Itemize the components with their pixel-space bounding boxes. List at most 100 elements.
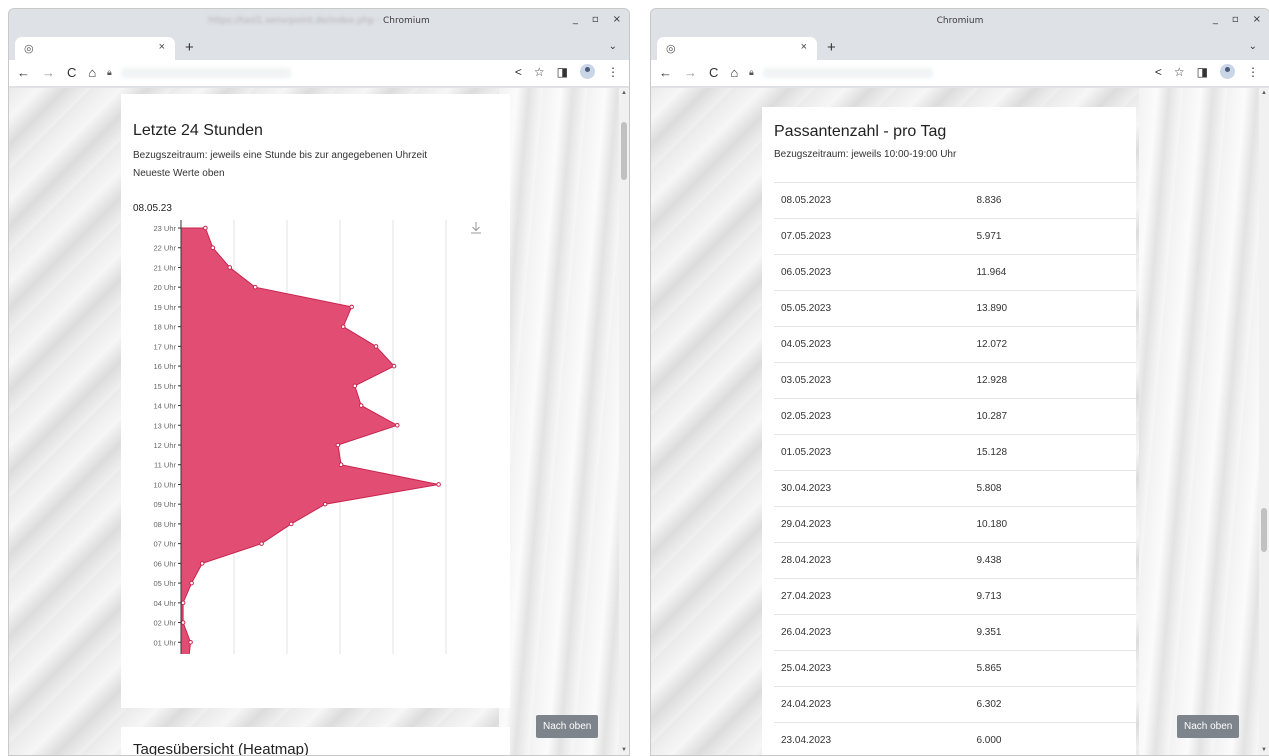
scrollbar-thumb[interactable] [621, 122, 627, 180]
reload-icon[interactable]: C [709, 65, 718, 80]
data-point [373, 344, 379, 349]
back-icon[interactable]: ← [17, 65, 30, 80]
scrollbar[interactable]: ▲ ▼ [1259, 88, 1269, 755]
y-tick-label: 17 Uhr [153, 342, 176, 351]
forward-icon[interactable]: → [684, 65, 697, 80]
data-point [199, 561, 205, 566]
back-to-top-button[interactable]: Nach oben [1177, 715, 1240, 738]
row-date: 02.05.2023 [774, 398, 977, 435]
data-point [252, 284, 258, 290]
table-row: 26.04.2023 9.351 [774, 614, 1136, 651]
row-date: 28.04.2023 [774, 542, 977, 579]
minimize-button[interactable]: _ [573, 14, 578, 25]
bookmark-star-icon[interactable]: ☆ [534, 65, 545, 79]
scroll-down-icon[interactable]: ▼ [1261, 747, 1267, 753]
data-point [335, 442, 341, 448]
table-row: 08.05.2023 8.836 [774, 182, 1136, 219]
maximize-button[interactable]: ▫ [592, 14, 599, 25]
table-row: 25.04.2023 5.865 [774, 650, 1136, 687]
row-count: 12.072 [976, 326, 1136, 363]
row-count: 9.351 [976, 614, 1136, 651]
new-tab-button[interactable]: + [827, 39, 836, 56]
data-point [203, 225, 208, 231]
tab-bar: ◎ × + ⌄ [9, 36, 629, 60]
row-count: 6.000 [976, 722, 1136, 755]
close-window-button[interactable]: × [1253, 14, 1261, 25]
close-window-button[interactable]: × [613, 14, 621, 25]
lock-icon[interactable]: 🔒︎ [107, 67, 112, 78]
y-tick-label: 15 Uhr [153, 382, 176, 391]
table-row: 29.04.2023 10.180 [774, 506, 1136, 543]
table-row: 07.05.2023 5.971 [774, 218, 1136, 255]
tab-bar: ◎ × + ⌄ [651, 36, 1269, 60]
data-point [227, 265, 233, 270]
table-row: 06.05.2023 11.964 [774, 254, 1136, 291]
data-point [349, 304, 354, 310]
menu-icon[interactable]: ⋮ [1247, 65, 1259, 79]
share-icon[interactable]: < [1155, 65, 1162, 79]
window-title: Chromium [936, 16, 984, 26]
toolbar: ← → C ⌂ 🔒︎ < ☆ ◨ ⋮ [651, 60, 1269, 87]
area-series [180, 227, 439, 654]
data-point [322, 501, 328, 507]
data-point [259, 541, 264, 546]
scrollbar-thumb[interactable] [1261, 508, 1267, 552]
scroll-up-icon[interactable]: ▲ [621, 90, 627, 96]
row-count: 13.890 [976, 290, 1136, 327]
hourly-area-chart: 00 Uhr01 Uhr02 Uhr04 Uhr05 Uhr06 Uhr07 U… [153, 220, 481, 654]
lock-icon[interactable]: 🔒︎ [749, 67, 754, 78]
data-point [180, 600, 186, 606]
close-tab-icon[interactable]: × [159, 41, 165, 53]
table-card: Passantenzahl - pro Tag Bezugszeitraum: … [762, 107, 1136, 755]
minimize-button[interactable]: _ [1213, 14, 1218, 25]
browser-tab[interactable]: ◎ × [15, 37, 175, 60]
y-tick-label: 06 Uhr [153, 559, 176, 568]
address-bar[interactable] [763, 68, 933, 78]
new-tab-button[interactable]: + [185, 39, 194, 56]
side-panel-icon[interactable]: ◨ [557, 65, 568, 79]
home-icon[interactable]: ⌂ [730, 65, 738, 80]
back-icon[interactable]: ← [659, 65, 672, 80]
scroll-up-icon[interactable]: ▲ [1261, 90, 1267, 96]
home-icon[interactable]: ⌂ [88, 65, 96, 80]
forward-icon[interactable]: → [42, 65, 55, 80]
title-bar: Chromium _ ▫ × [651, 9, 1269, 36]
profile-avatar-icon[interactable] [1220, 64, 1235, 79]
background-image [1139, 88, 1269, 755]
menu-icon[interactable]: ⋮ [607, 65, 619, 79]
browser-window-right: Chromium _ ▫ × ◎ × + ⌄ ← → C ⌂ 🔒︎ < ☆ ◨ … [650, 8, 1269, 756]
row-count: 15.128 [976, 434, 1136, 471]
chart-card: Letzte 24 Stunden Bezugszeitraum: jeweil… [121, 94, 510, 708]
scroll-down-icon[interactable]: ▼ [621, 747, 627, 753]
share-icon[interactable]: < [515, 65, 522, 79]
y-tick-label: 13 Uhr [153, 421, 176, 430]
row-date: 01.05.2023 [774, 434, 977, 471]
close-tab-icon[interactable]: × [801, 41, 807, 53]
scrollbar[interactable]: ▲ ▼ [619, 88, 629, 755]
side-panel-icon[interactable]: ◨ [1197, 65, 1208, 79]
row-count: 12.928 [976, 362, 1136, 399]
profile-avatar-icon[interactable] [580, 64, 595, 79]
row-date: 29.04.2023 [774, 506, 977, 543]
data-point [340, 324, 346, 329]
daily-counts-table: 08.05.2023 8.836 07.05.2023 5.971 06.05.2023… [774, 182, 1136, 755]
table-row: 04.05.2023 12.072 [774, 326, 1136, 363]
row-count: 5.865 [976, 650, 1136, 687]
browser-tab[interactable]: ◎ × [657, 37, 817, 60]
row-date: 07.05.2023 [774, 218, 977, 255]
tab-search-icon[interactable]: ⌄ [1249, 41, 1257, 52]
row-count: 6.302 [976, 686, 1136, 723]
download-icon[interactable] [471, 222, 481, 234]
y-tick-label: 07 Uhr [153, 540, 176, 549]
tab-search-icon[interactable]: ⌄ [609, 41, 617, 52]
reload-icon[interactable]: C [67, 65, 76, 80]
bookmark-star-icon[interactable]: ☆ [1174, 65, 1185, 79]
background-image [499, 88, 629, 755]
maximize-button[interactable]: ▫ [1232, 14, 1239, 25]
address-bar[interactable] [121, 68, 291, 78]
row-date: 23.04.2023 [774, 722, 977, 755]
row-count: 11.964 [976, 254, 1136, 291]
back-to-top-button[interactable]: Nach oben [536, 715, 599, 738]
row-date: 25.04.2023 [774, 650, 977, 687]
row-date: 26.04.2023 [774, 614, 977, 651]
